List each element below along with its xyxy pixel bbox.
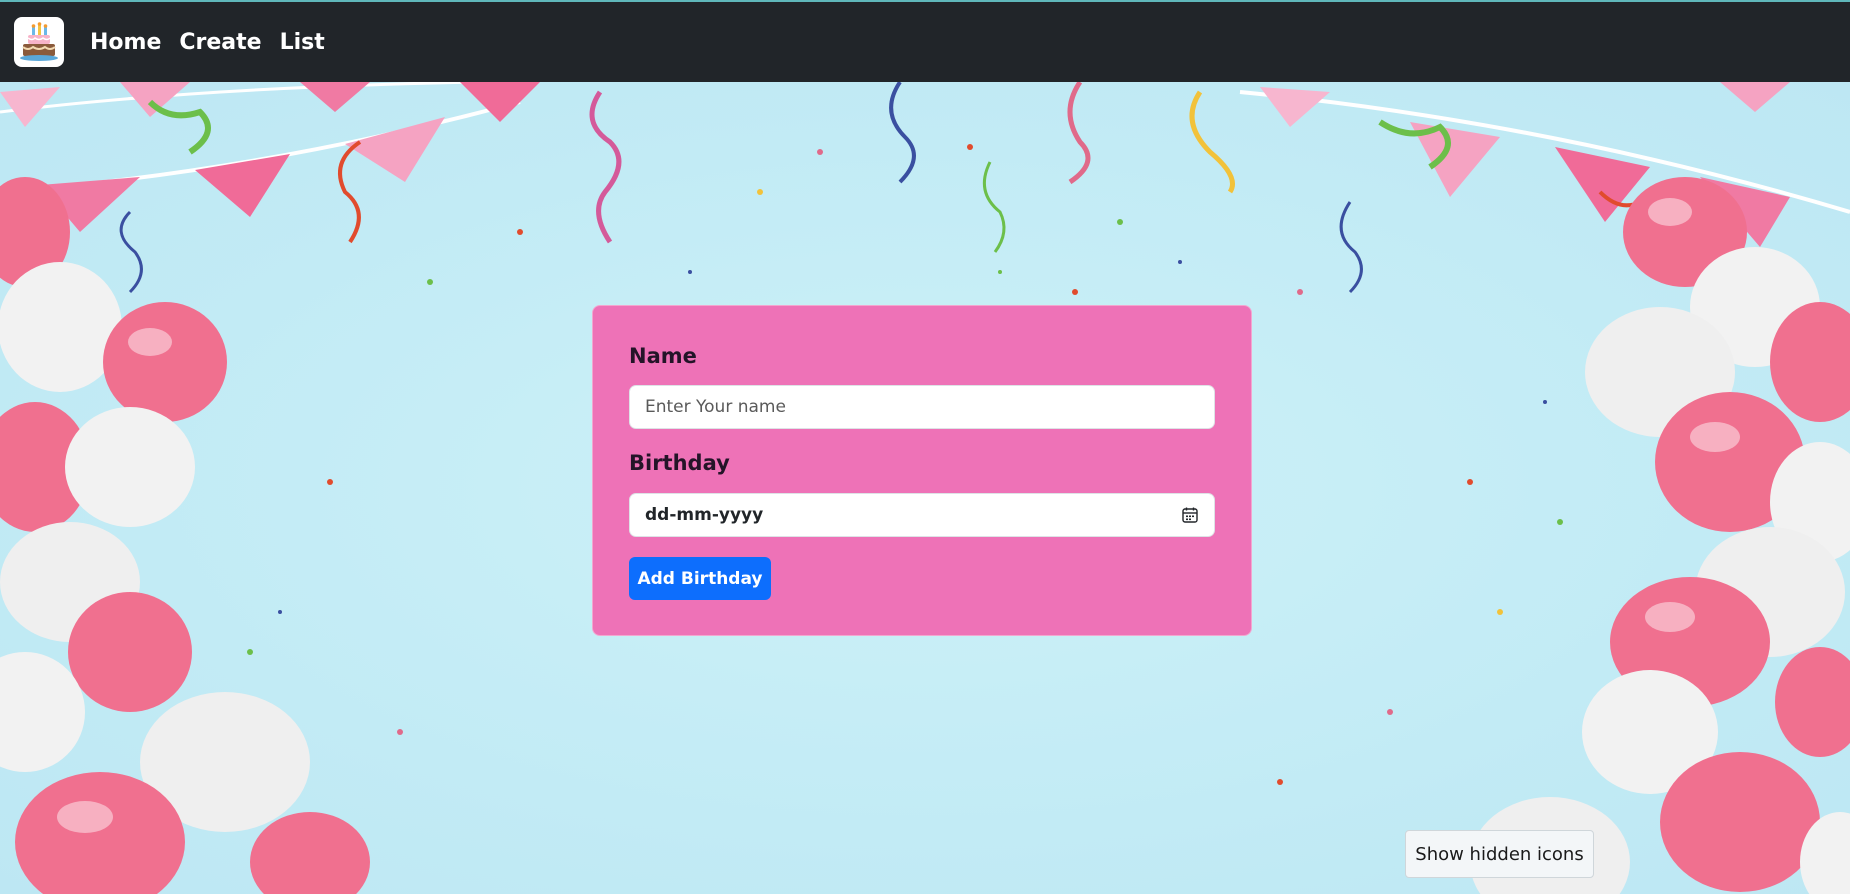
calendar-icon[interactable] — [1182, 507, 1198, 523]
birthday-date-input[interactable]: dd-mm-yyyy — [629, 493, 1215, 537]
birthday-date-placeholder: dd-mm-yyyy — [645, 505, 764, 525]
add-birthday-button[interactable]: Add Birthday — [629, 557, 771, 600]
birthday-form-card: Name Enter Your name Birthday dd-mm-yyyy… — [592, 305, 1252, 636]
name-label: Name — [629, 344, 697, 368]
birthday-label: Birthday — [629, 451, 730, 475]
nav-link-list[interactable]: List — [280, 30, 325, 55]
nav-links: Home Create List — [90, 30, 325, 55]
nav-link-home[interactable]: Home — [90, 30, 161, 55]
nav-link-create[interactable]: Create — [179, 30, 261, 55]
name-input[interactable]: Enter Your name — [629, 385, 1215, 429]
birthday-cake-icon[interactable] — [14, 17, 64, 67]
navbar: Home Create List — [0, 0, 1850, 82]
name-input-placeholder: Enter Your name — [645, 397, 786, 417]
show-hidden-icons-tooltip: Show hidden icons — [1405, 830, 1594, 878]
